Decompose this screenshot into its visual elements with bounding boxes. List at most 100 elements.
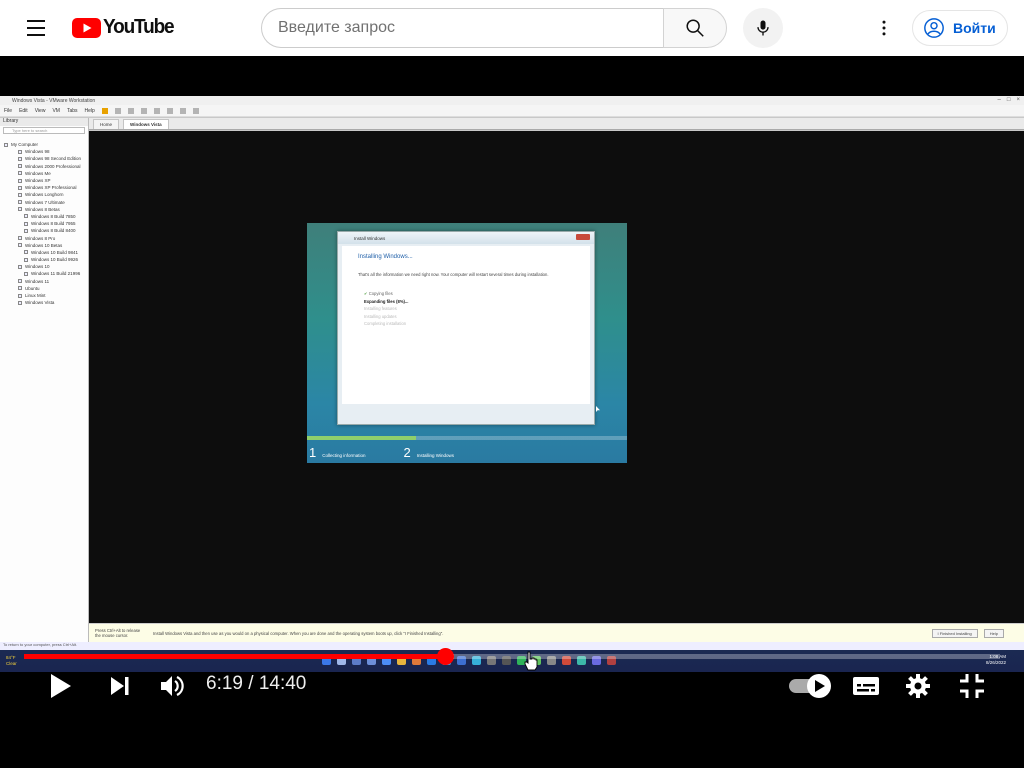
vm-icon	[18, 300, 22, 305]
library-item: Windows 10 Build 9841	[0, 249, 88, 256]
installer-body: Installing Windows... That's all the inf…	[342, 246, 590, 404]
vm-icon	[18, 192, 22, 197]
installer-phase: 2 Installing Windows	[403, 445, 455, 460]
vm-tab-windows-vista: Windows Vista	[123, 119, 169, 129]
youtube-logo[interactable]: YouTube	[72, 16, 177, 39]
subtitles-button[interactable]	[846, 668, 886, 704]
play-icon	[51, 674, 71, 698]
vm-icon	[18, 207, 22, 212]
vm-icon	[24, 228, 28, 233]
vm-toolbar-icon	[179, 107, 186, 114]
vm-icon	[24, 271, 28, 276]
vm-menu-item: Tabs	[66, 107, 78, 114]
search-button[interactable]	[663, 8, 727, 48]
next-button[interactable]	[100, 668, 140, 704]
mute-button[interactable]	[152, 668, 192, 704]
vm-window-controls: – □ ×	[998, 97, 1020, 103]
library-item: Windows 98 Second Edition	[0, 155, 88, 162]
video-progress-bar[interactable]	[24, 648, 1000, 665]
menu-button[interactable]	[16, 8, 56, 48]
signin-button[interactable]: Войти	[912, 10, 1008, 46]
installer-step: ✔ Copying files	[364, 291, 393, 296]
library-tree: My Computer Windows 98 Windows 98 Second E…	[0, 135, 88, 306]
library-item: Windows 8 Betas	[0, 206, 88, 213]
vm-menu-item: File	[4, 107, 13, 114]
library-item: Windows 10 Build 9926	[0, 256, 88, 263]
vm-toolbar-icon	[140, 107, 147, 114]
signin-label: Войти	[953, 20, 996, 36]
settings-button[interactable]	[898, 668, 938, 704]
vm-titlebar: Windows Vista - VMware Workstation – □ ×	[0, 96, 1024, 105]
vm-icon	[18, 149, 22, 154]
masthead: YouTube Введите запрос Войти	[0, 0, 1024, 56]
library-item: Windows 11	[0, 278, 88, 285]
installer-progress-bar	[307, 436, 627, 440]
duration: 14:40	[258, 673, 307, 694]
vm-icon	[24, 257, 28, 262]
account-circle-icon	[924, 18, 944, 38]
library-item: Ubuntu	[0, 285, 88, 292]
autoplay-toggle-icon	[789, 674, 831, 698]
search-box	[261, 8, 664, 48]
video-player[interactable]: Windows Vista - VMware Workstation – □ ×…	[0, 56, 1024, 768]
vm-icon	[18, 156, 22, 161]
settings-icon	[906, 674, 930, 698]
autoplay-toggle[interactable]	[786, 668, 834, 704]
vm-finished-installing-button: I Finished Installing	[931, 628, 978, 638]
minimize-icon: –	[997, 97, 1001, 103]
video-content[interactable]: Windows Vista - VMware Workstation – □ ×…	[0, 96, 1024, 672]
play-button[interactable]	[40, 668, 80, 704]
library-item: Windows XP	[0, 177, 88, 184]
vm-hint-text: Install Windows Vista and then use as yo…	[153, 630, 444, 636]
menu-icon-line	[27, 34, 45, 36]
vm-icon	[18, 264, 22, 269]
mic-icon	[757, 20, 769, 36]
installer-dialog: Install Windows Installing Windows... Th…	[337, 231, 595, 425]
volume-icon	[161, 676, 184, 696]
vm-hint-left: Press Ctrl+Alt to release the mouse curs…	[95, 628, 141, 638]
installer-description: That's all the information we need right…	[358, 272, 549, 277]
vm-toolbar-icon	[153, 107, 160, 114]
library-item: Windows 11 Build 21996	[0, 270, 88, 277]
search-input[interactable]	[278, 19, 664, 37]
vm-menu-item: Edit	[19, 107, 28, 114]
current-time: 6:19	[206, 673, 243, 694]
library-item: Windows XP Professional	[0, 184, 88, 191]
maximize-icon: □	[1006, 97, 1011, 103]
menu-icon-line	[27, 20, 45, 22]
library-search: Type here to search	[3, 127, 85, 134]
installer-steps: ✔ Copying files Expanding files (8%)... In…	[358, 290, 574, 328]
vm-icon	[4, 142, 8, 147]
vm-hint-bar: Press Ctrl+Alt to release the mouse curs…	[89, 623, 1024, 642]
vm-icon	[18, 243, 22, 248]
installer-step: Expanding files (8%)...	[364, 298, 409, 304]
progress-scrubber[interactable]	[436, 648, 454, 665]
vm-icon	[18, 171, 22, 176]
hand-cursor-icon	[524, 651, 538, 671]
vm-toolbar-icon	[192, 107, 199, 114]
youtube-logo-icon	[72, 17, 101, 38]
vm-tab-home: Home	[93, 119, 120, 129]
subtitles-icon	[853, 677, 879, 695]
vm-icon	[18, 200, 22, 205]
vm-help-button: Help	[983, 628, 1004, 638]
vm-title: Windows Vista - VMware Workstation	[12, 97, 96, 104]
vm-icon	[18, 286, 22, 291]
library-item: Linux Mint	[0, 292, 88, 299]
settings-more-button[interactable]	[864, 8, 904, 48]
library-item: Windows Me	[0, 170, 88, 177]
voice-search-button[interactable]	[743, 8, 783, 48]
library-item: Windows 8 Build 7955	[0, 220, 88, 227]
library-item: Windows 98	[0, 148, 88, 155]
library-item: Windows 2000 Professional	[0, 163, 88, 170]
vm-toolbar-icon	[127, 107, 134, 114]
vm-tabbar: Home Windows Vista	[89, 118, 1024, 130]
vm-icon	[18, 236, 22, 241]
library-item: Windows 10 Betas	[0, 242, 88, 249]
vm-icon	[18, 178, 22, 183]
library-item: Windows 8 Build 7850	[0, 213, 88, 220]
library-item: Windows Vista	[0, 299, 88, 306]
exit-fullscreen-button[interactable]	[952, 668, 992, 704]
menu-icon-line	[27, 27, 45, 29]
installer-step: Completing installation	[364, 321, 407, 326]
